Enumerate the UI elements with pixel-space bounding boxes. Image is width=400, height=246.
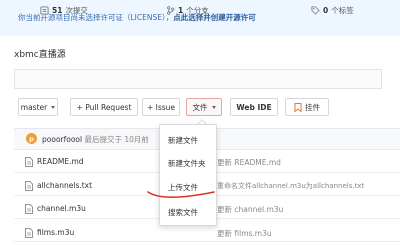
commit-meta: 最后提交于 10月前 [84,135,149,144]
file-icon [25,181,33,191]
commits-count: 51 [52,5,63,15]
avatar[interactable]: p [26,133,37,144]
file-commit-message[interactable]: 更新 channel.m3u [217,204,283,215]
tags-stat[interactable]: 0 个标签 [311,4,354,16]
branches-stat[interactable]: 1 个分支 [166,4,209,16]
history-icon [40,5,49,15]
file-name[interactable]: channel.m3u [37,204,86,213]
commits-stat[interactable]: 51 次提交 [40,4,88,16]
tags-count: 0 [323,5,329,15]
branches-count: 1 [178,5,184,15]
pull-request-button[interactable]: + Pull Request [70,98,138,116]
widget-button-label: 挂件 [305,102,320,112]
file-commit-message[interactable]: 重命名文件allchannel.m3u为allchannels.txt [217,181,364,191]
file-icon [25,228,33,238]
tags-label: 个标签 [331,5,354,15]
file-icon [25,204,33,214]
branch-select-label: master [20,102,48,112]
branches-label: 个分支 [186,5,209,15]
widget-button[interactable]: 挂件 [285,98,329,116]
file-icon [25,157,33,167]
tag-icon [311,5,320,15]
file-commit-message[interactable]: 更新 films.m3u [217,228,272,239]
commit-author[interactable]: pooorfoool [42,135,82,144]
menu-item-search-file[interactable]: 搜索文件 [168,207,198,218]
commits-label: 次提交 [65,5,88,15]
branch-icon [167,5,175,15]
repo-title: xbmc直播源 [14,50,66,60]
file-name[interactable]: films.m3u [37,228,74,237]
file-name[interactable]: allchannels.txt [37,181,92,190]
chevron-down-icon [51,105,56,109]
issue-button[interactable]: + Issue [142,98,180,116]
red-underline-annotation [147,191,215,199]
chevron-down-icon [211,105,216,109]
file-menu-label: 文件 [192,102,208,112]
file-name[interactable]: README.md [37,157,84,166]
menu-item-new-file[interactable]: 新建文件 [168,135,198,146]
web-ide-button[interactable]: Web IDE [230,98,278,116]
repo-stats-bar [14,69,382,89]
file-commit-message[interactable]: 更新 README.md [217,157,281,168]
bookmark-icon [294,102,302,112]
branch-select[interactable]: master [18,98,58,116]
last-commit-info: pooorfoool 最后提交于 10月前 [42,134,149,145]
file-menu-button[interactable]: 文件 [186,98,222,116]
menu-item-new-folder[interactable]: 新建文件夹 [168,158,206,169]
